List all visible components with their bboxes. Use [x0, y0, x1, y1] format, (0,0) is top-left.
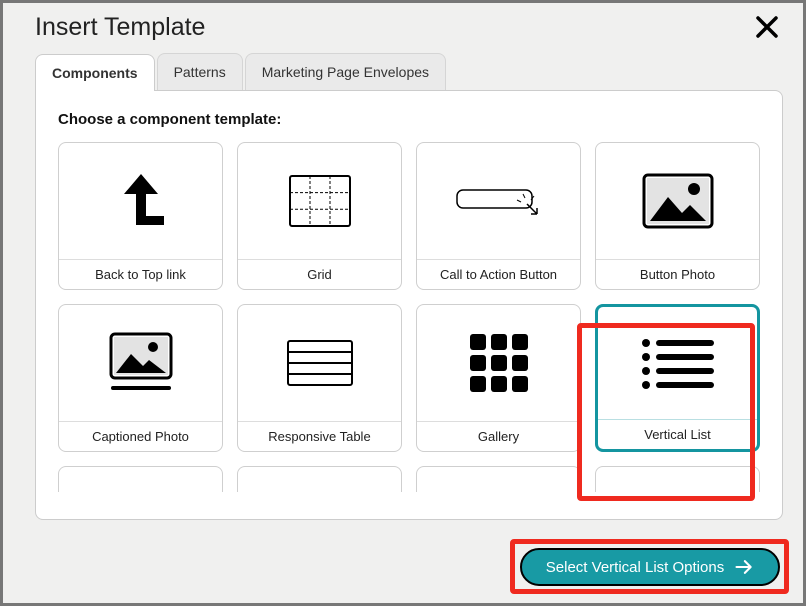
tab-components[interactable]: Components [35, 54, 155, 91]
dialog-header: Insert Template [3, 3, 803, 43]
arrow-right-icon [734, 557, 754, 577]
component-grid: Back to Top link Grid [58, 142, 760, 492]
close-button[interactable] [751, 11, 783, 43]
panel-heading: Choose a component template: [58, 111, 760, 128]
photo-icon [638, 169, 718, 233]
arrow-up-icon [106, 166, 176, 236]
component-responsive-table[interactable]: Responsive Table [237, 304, 402, 452]
panel-components: Choose a component template: Back to Top… [35, 90, 783, 520]
dialog-title: Insert Template [35, 13, 205, 42]
cta-button-icon [449, 176, 549, 226]
component-vertical-list[interactable]: Vertical List [595, 304, 760, 452]
component-gallery[interactable]: Gallery [416, 304, 581, 452]
select-options-label: Select Vertical List Options [546, 559, 724, 576]
tab-patterns[interactable]: Patterns [157, 53, 243, 90]
close-icon [755, 15, 779, 39]
component-label: Call to Action Button [417, 259, 580, 289]
component-label: Gallery [417, 421, 580, 451]
component-label: Vertical List [598, 419, 757, 449]
component-more-3[interactable] [416, 466, 581, 492]
component-label: Back to Top link [59, 259, 222, 289]
gallery-icon [464, 328, 534, 398]
component-label: Captioned Photo [59, 421, 222, 451]
component-more-4[interactable] [595, 466, 760, 492]
tab-bar: Components Patterns Marketing Page Envel… [35, 53, 803, 90]
component-label: Grid [238, 259, 401, 289]
vertical-list-icon [636, 331, 720, 395]
dialog-window: Insert Template Components Patterns Mark… [0, 0, 806, 606]
table-icon [280, 333, 360, 393]
component-label: Button Photo [596, 259, 759, 289]
captioned-photo-icon [101, 328, 181, 398]
component-more-1[interactable] [58, 466, 223, 492]
grid-icon [285, 171, 355, 231]
tab-marketing-envelopes[interactable]: Marketing Page Envelopes [245, 53, 446, 90]
component-cta-button[interactable]: Call to Action Button [416, 142, 581, 290]
component-more-2[interactable] [237, 466, 402, 492]
component-grid-template[interactable]: Grid [237, 142, 402, 290]
component-captioned-photo[interactable]: Captioned Photo [58, 304, 223, 452]
select-options-button[interactable]: Select Vertical List Options [520, 548, 780, 586]
component-back-to-top-link[interactable]: Back to Top link [58, 142, 223, 290]
component-label: Responsive Table [238, 421, 401, 451]
component-button-photo[interactable]: Button Photo [595, 142, 760, 290]
